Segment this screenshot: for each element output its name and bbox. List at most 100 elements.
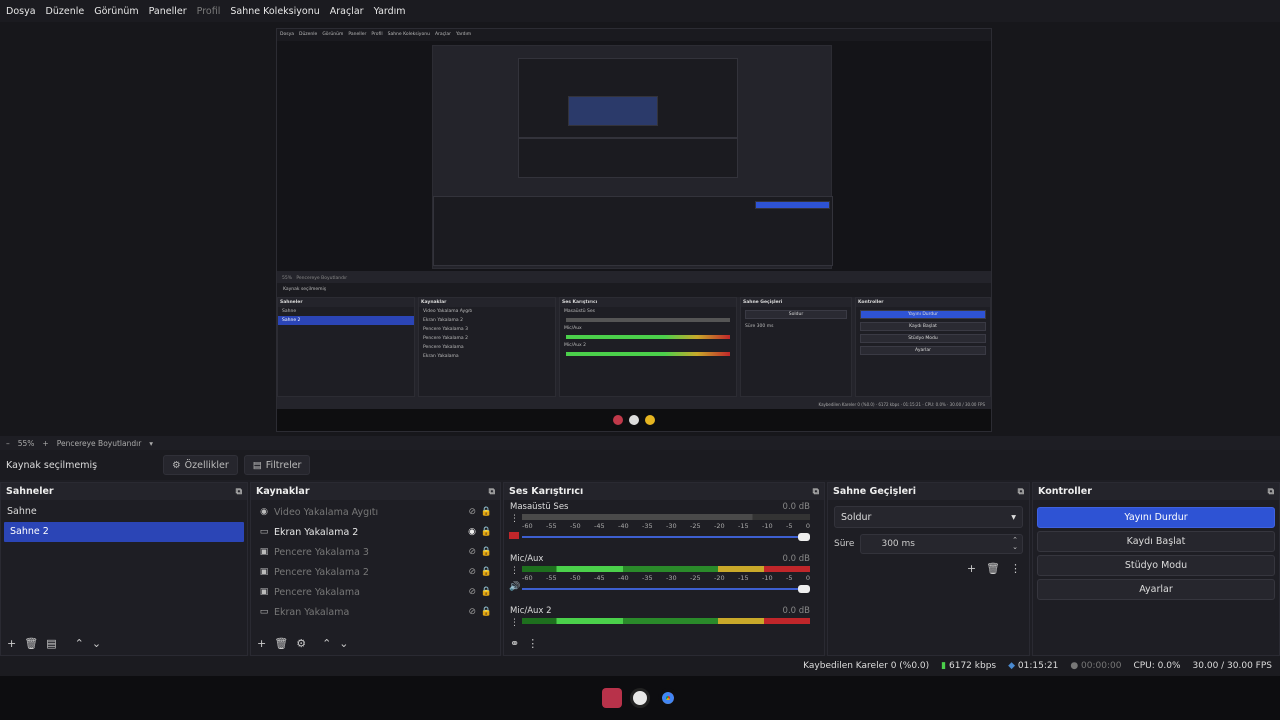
filter-icon: ▤: [252, 459, 262, 471]
stop-stream-button[interactable]: Yayını Durdur: [1037, 507, 1275, 528]
duration-row: Süre 300 ms ⌃ ⌄: [834, 534, 1023, 554]
nested-taskbar: [277, 409, 991, 431]
cpu-usage: CPU: 0.0%: [1133, 661, 1181, 671]
fit-mode-label[interactable]: Pencereye Boyutlandır: [57, 439, 142, 448]
scene-item[interactable]: Sahne: [1, 502, 247, 522]
window-icon: ▣: [259, 547, 269, 557]
preview-toolbar: – 55% + Pencereye Boyutlandır ▾: [0, 436, 1280, 450]
menu-file[interactable]: Dosya: [6, 6, 36, 17]
float-icon[interactable]: ⧉: [1018, 487, 1024, 497]
lock-icon[interactable]: 🔒: [481, 587, 492, 597]
lock-icon[interactable]: 🔒: [481, 567, 492, 577]
properties-button[interactable]: ⚙ Özellikler: [163, 455, 238, 475]
chevron-down-icon: ▾: [1011, 511, 1016, 523]
float-icon[interactable]: ⧉: [1268, 487, 1274, 497]
source-item[interactable]: ▣ Pencere Yakalama 2 ⊘ 🔒: [251, 562, 500, 582]
trash-icon[interactable]: 🗑: [274, 637, 288, 650]
stream-time: ◆ 01:15:21: [1008, 661, 1059, 671]
kebab-icon[interactable]: ⋮: [510, 618, 519, 628]
add-icon[interactable]: +: [7, 637, 16, 650]
monitor-icon: ▭: [259, 527, 269, 537]
move-down-icon[interactable]: ⌄: [92, 637, 101, 650]
taskbar: [0, 676, 1280, 720]
float-icon[interactable]: ⧉: [236, 487, 242, 497]
transitions-dock: Sahne Geçişleri ⧉ Soldur ▾ Süre 300 ms ⌃ ⌄ +…: [827, 482, 1030, 656]
kebab-icon[interactable]: ⋮: [510, 514, 519, 524]
chevron-down-icon[interactable]: ▾: [149, 439, 153, 448]
trash-icon[interactable]: 🗑: [986, 562, 1000, 575]
menu-docks[interactable]: Paneller: [149, 6, 187, 17]
menu-profile[interactable]: Profil: [197, 6, 221, 17]
add-icon[interactable]: +: [257, 637, 266, 650]
move-down-icon[interactable]: ⌄: [339, 637, 348, 650]
transition-actions: + 🗑 ⋮: [828, 554, 1029, 575]
broadcast-icon: ◆: [1008, 661, 1016, 671]
scenes-dock: Sahneler ⧉ Sahne Sahne 2 + 🗑 ▤ ⌃ ⌄: [0, 482, 248, 656]
zoom-out-button[interactable]: –: [6, 439, 10, 448]
slider-knob[interactable]: [798, 585, 810, 593]
menu-view[interactable]: Görünüm: [94, 6, 138, 17]
transition-select[interactable]: Soldur ▾: [834, 506, 1023, 528]
duration-input[interactable]: 300 ms ⌃ ⌄: [860, 534, 1023, 554]
scene-item-selected[interactable]: Sahne 2: [4, 522, 244, 542]
eye-hidden-icon[interactable]: ⊘: [468, 507, 476, 517]
studio-mode-button[interactable]: Stüdyo Modu: [1037, 555, 1275, 576]
add-icon[interactable]: +: [967, 562, 976, 575]
docks: Sahneler ⧉ Sahne Sahne 2 + 🗑 ▤ ⌃ ⌄ Kaynak…: [0, 482, 1280, 656]
gear-icon[interactable]: ⚙: [296, 637, 306, 650]
source-item[interactable]: ▭ Ekran Yakalama ⊘ 🔒: [251, 602, 500, 622]
eye-hidden-icon[interactable]: ⊘: [468, 587, 476, 597]
filter-icon[interactable]: ▤: [46, 637, 56, 650]
source-item[interactable]: ◉ Video Yakalama Aygıtı ⊘ 🔒: [251, 502, 500, 522]
context-bar: Kaynak seçilmemiş ⚙ Özellikler ▤ Filtreler: [0, 450, 1280, 480]
spinner-icon[interactable]: ⌃ ⌄: [1012, 537, 1018, 551]
kebab-icon[interactable]: ⋮: [510, 566, 519, 576]
source-item[interactable]: ▣ Pencere Yakalama ⊘ 🔒: [251, 582, 500, 602]
zoom-level: 55%: [17, 438, 35, 448]
slider-knob[interactable]: [798, 533, 810, 541]
bitrate-status: ▮ 6172 kbps: [941, 661, 997, 671]
volume-slider[interactable]: [522, 585, 810, 593]
dropped-frames: Kaybedilen Kareler 0 (%0.0): [803, 661, 930, 671]
eye-hidden-icon[interactable]: ⊘: [468, 567, 476, 577]
lock-icon[interactable]: 🔒: [481, 547, 492, 557]
chrome-icon[interactable]: [658, 688, 678, 708]
sources-header: Kaynaklar ⧉: [251, 483, 500, 500]
menu-help[interactable]: Yardım: [374, 6, 406, 17]
menu-scene-collection[interactable]: Sahne Koleksiyonu: [230, 6, 319, 17]
no-source-label: Kaynak seçilmemiş: [6, 459, 98, 471]
obs-icon[interactable]: [630, 688, 650, 708]
settings-button[interactable]: Ayarlar: [1037, 579, 1275, 600]
mute-icon[interactable]: [509, 532, 519, 539]
mixer-header: Ses Karıştırıcı ⧉: [504, 483, 824, 500]
eye-icon[interactable]: ◉: [468, 527, 476, 537]
kebab-icon[interactable]: ⋮: [527, 637, 538, 650]
app-grid-icon[interactable]: [602, 688, 622, 708]
eye-hidden-icon[interactable]: ⊘: [468, 547, 476, 557]
float-icon[interactable]: ⧉: [489, 487, 495, 497]
lock-icon[interactable]: 🔒: [481, 507, 492, 517]
nested-context-bar: Kaynak seçilmemiş: [277, 283, 991, 297]
trash-icon[interactable]: 🗑: [24, 637, 38, 650]
preview-area[interactable]: Dosya Düzenle Görünüm Paneller Profil Sahne K…: [0, 22, 1280, 436]
eye-hidden-icon[interactable]: ⊘: [468, 607, 476, 617]
sources-dock: Kaynaklar ⧉ ◉ Video Yakalama Aygıtı ⊘ 🔒 ▭ Ekr…: [250, 482, 501, 656]
source-item[interactable]: ▣ Pencere Yakalama 3 ⊘ 🔒: [251, 542, 500, 562]
filters-button[interactable]: ▤ Filtreler: [243, 455, 311, 475]
zoom-in-button[interactable]: +: [42, 439, 48, 448]
move-up-icon[interactable]: ⌃: [75, 637, 84, 650]
lock-icon[interactable]: 🔒: [481, 607, 492, 617]
speaker-icon[interactable]: 🔊: [509, 582, 520, 592]
menu-edit[interactable]: Düzenle: [46, 6, 85, 17]
link-icon[interactable]: ⚭: [510, 637, 519, 650]
start-recording-button[interactable]: Kaydı Başlat: [1037, 531, 1275, 552]
status-bar: Kaybedilen Kareler 0 (%0.0) ▮ 6172 kbps …: [0, 656, 1280, 676]
kebab-icon[interactable]: ⋮: [1010, 562, 1021, 575]
gear-icon: ⚙: [172, 459, 181, 471]
float-icon[interactable]: ⧉: [813, 487, 819, 497]
lock-icon[interactable]: 🔒: [481, 527, 492, 537]
source-item[interactable]: ▭ Ekran Yakalama 2 ◉ 🔒: [251, 522, 500, 542]
move-up-icon[interactable]: ⌃: [322, 637, 331, 650]
volume-slider[interactable]: [522, 533, 810, 541]
menu-tools[interactable]: Araçlar: [330, 6, 364, 17]
